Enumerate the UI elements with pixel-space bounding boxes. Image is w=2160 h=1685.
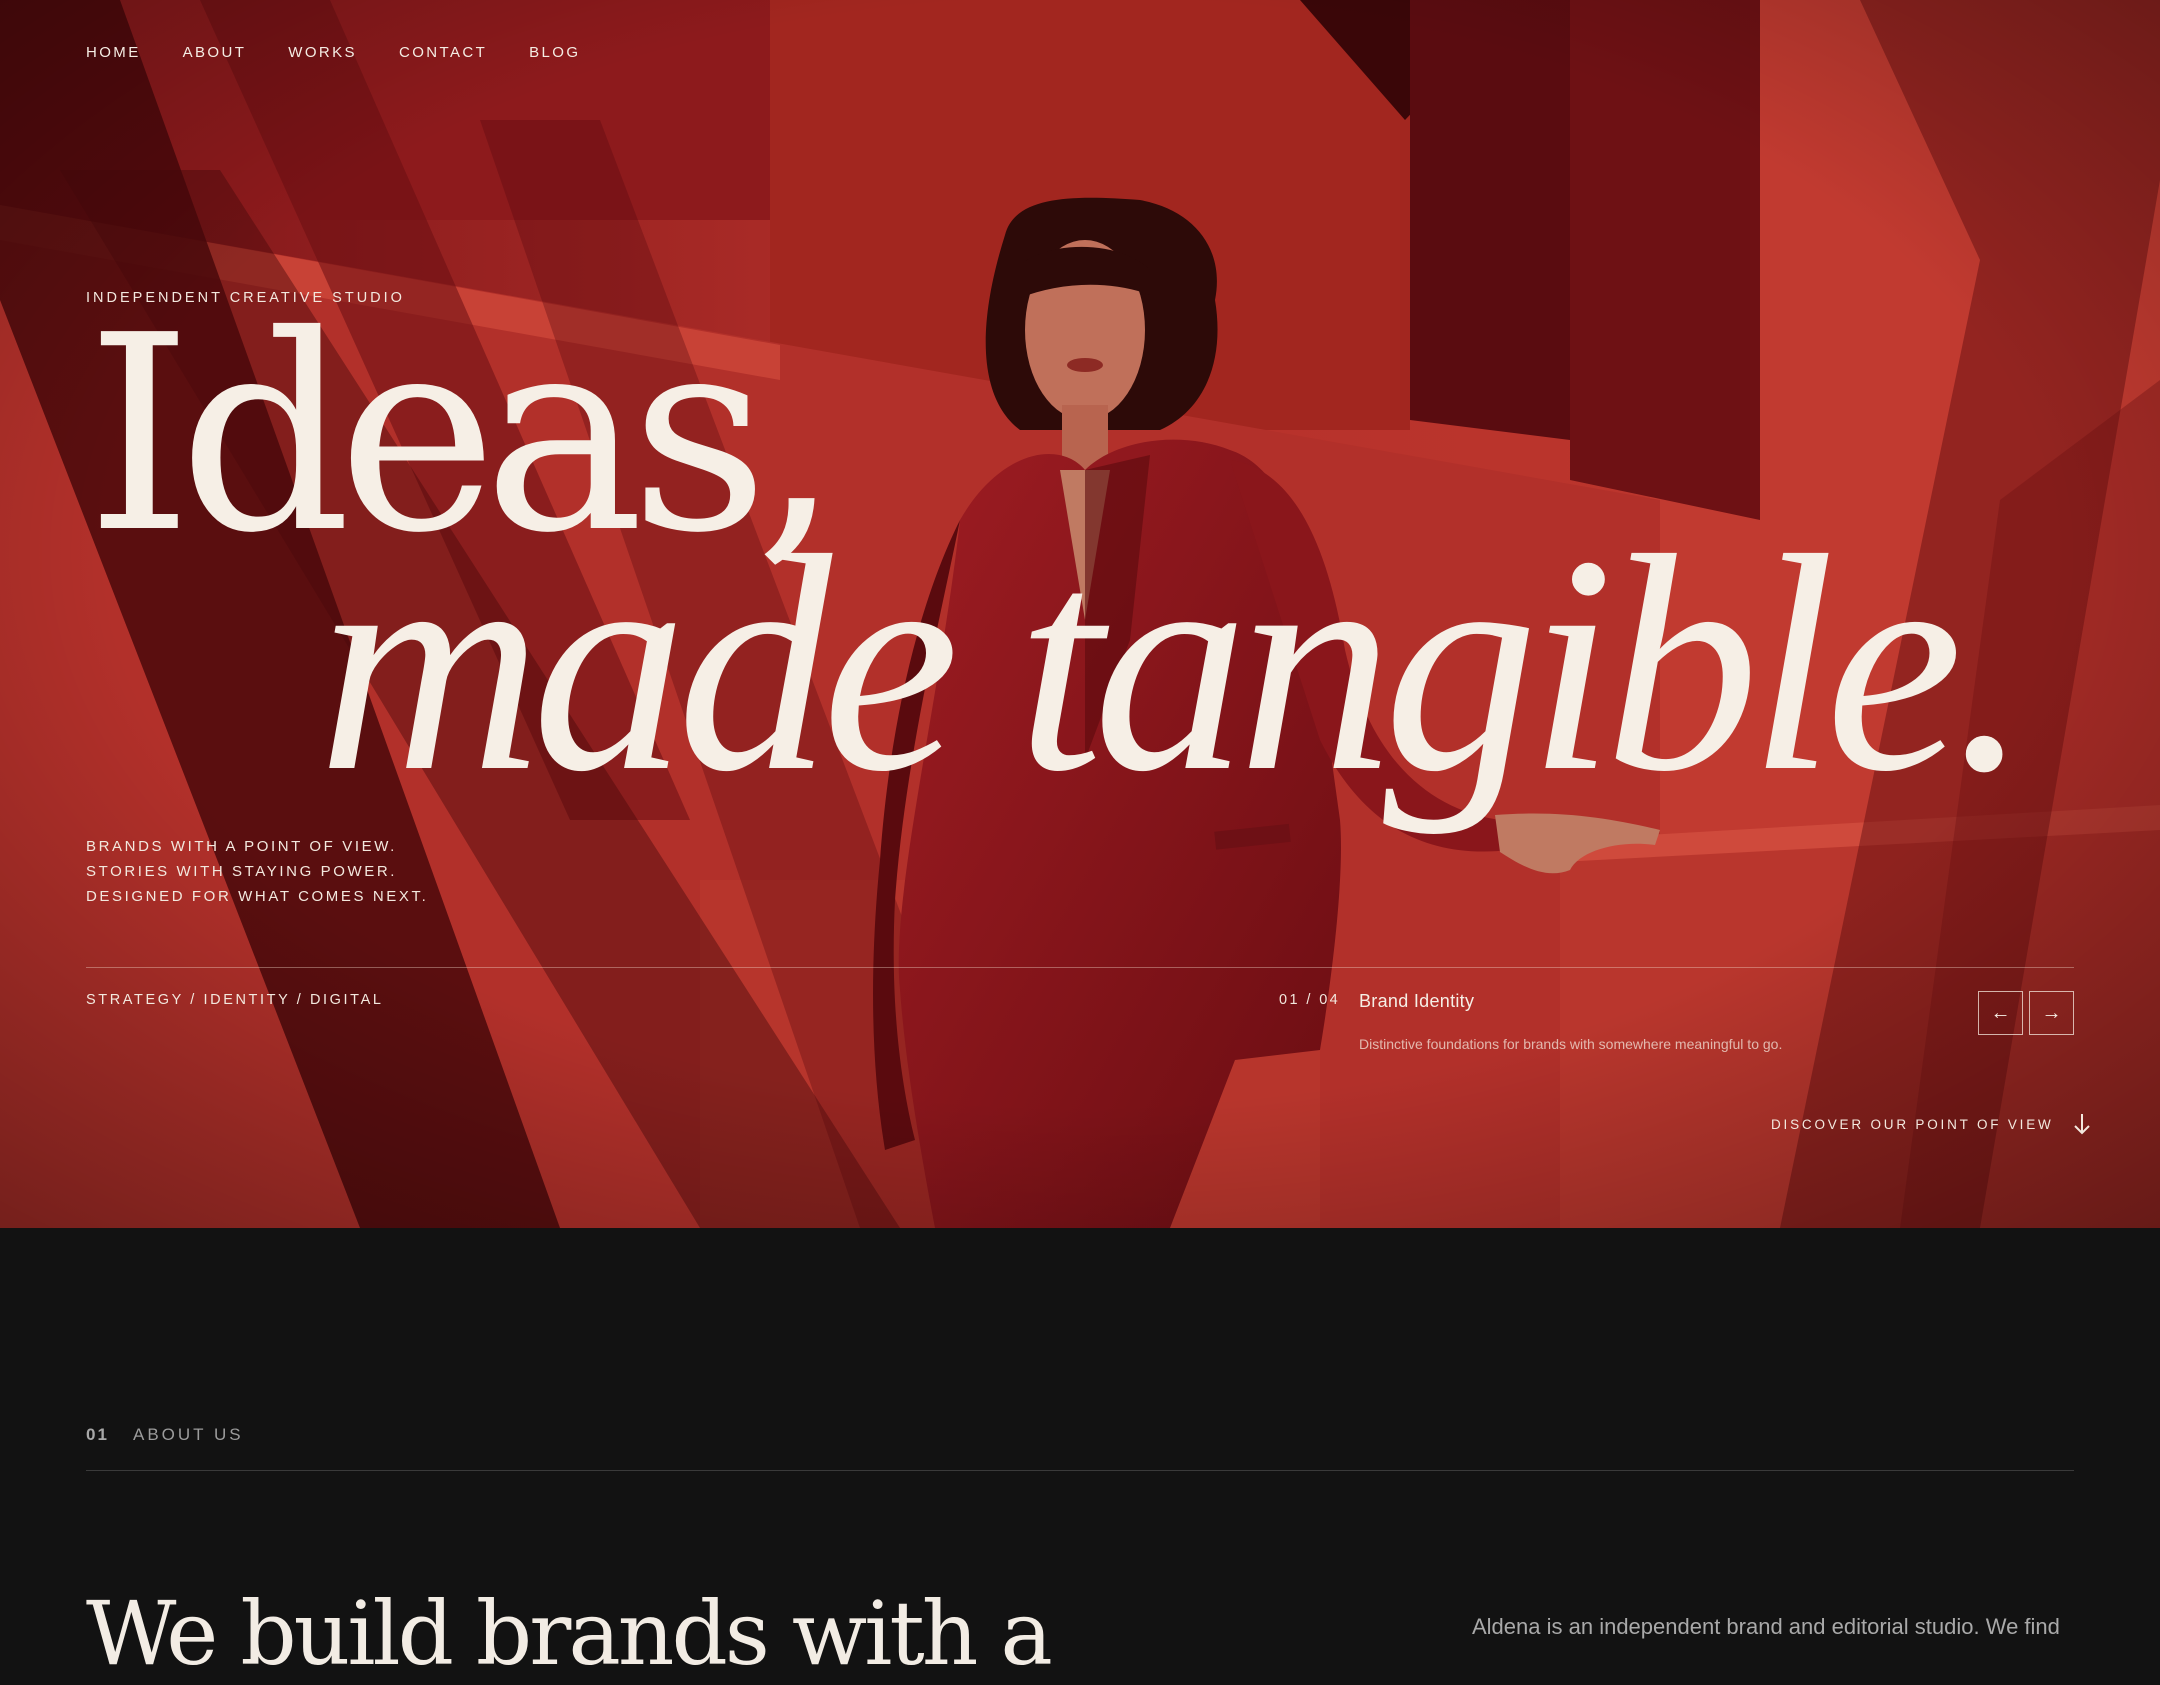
discover-label: DISCOVER OUR POINT OF VIEW xyxy=(1771,1116,2054,1132)
slide-counter: 01 / 04 xyxy=(1279,992,1341,1008)
about-heading: We build brands with a xyxy=(86,1582,1053,1685)
tagline-line: BRANDS WITH A POINT OF VIEW. xyxy=(86,838,397,855)
hero-section: HOME ABOUT WORKS CONTACT BLOG INDEPENDEN… xyxy=(0,0,2160,1228)
nav-blog[interactable]: BLOG xyxy=(529,44,580,61)
nav-about[interactable]: ABOUT xyxy=(183,44,247,61)
section-index: 01 xyxy=(86,1425,109,1444)
about-divider xyxy=(86,1470,2074,1471)
arrow-down-icon xyxy=(2073,1114,2090,1135)
slide-description: Distinctive foundations for brands with … xyxy=(1359,1036,1783,1052)
main-nav: HOME ABOUT WORKS CONTACT BLOG xyxy=(86,44,580,61)
hero-headline-line2: made tangible. xyxy=(318,493,2030,836)
next-slide-button[interactable]: → xyxy=(2029,991,2074,1035)
section-label: ABOUT US xyxy=(133,1425,244,1444)
services-list: STRATEGY / IDENTITY / DIGITAL xyxy=(86,992,384,1008)
about-intro-text: Aldena is an independent brand and edito… xyxy=(1472,1614,2060,1639)
tagline-line: STORIES WITH STAYING POWER. xyxy=(86,863,398,880)
arrow-left-icon: ← xyxy=(1990,1001,2011,1024)
slide-title: Brand Identity xyxy=(1359,991,1475,1011)
discover-link[interactable]: DISCOVER OUR POINT OF VIEW xyxy=(1771,1112,2092,1136)
nav-works[interactable]: WORKS xyxy=(288,44,357,61)
hero-tagline: BRANDS WITH A POINT OF VIEW. STORIES WIT… xyxy=(86,834,428,909)
tagline-line: DESIGNED FOR WHAT COMES NEXT. xyxy=(86,888,429,905)
arrow-right-icon: → xyxy=(2041,1001,2062,1024)
hero-divider xyxy=(86,967,2074,968)
prev-slide-button[interactable]: ← xyxy=(1978,991,2023,1035)
nav-home[interactable]: HOME xyxy=(86,44,141,61)
about-section: 01 ABOUT US We build brands with a Alden… xyxy=(0,1228,2160,1678)
nav-contact[interactable]: CONTACT xyxy=(399,44,487,61)
